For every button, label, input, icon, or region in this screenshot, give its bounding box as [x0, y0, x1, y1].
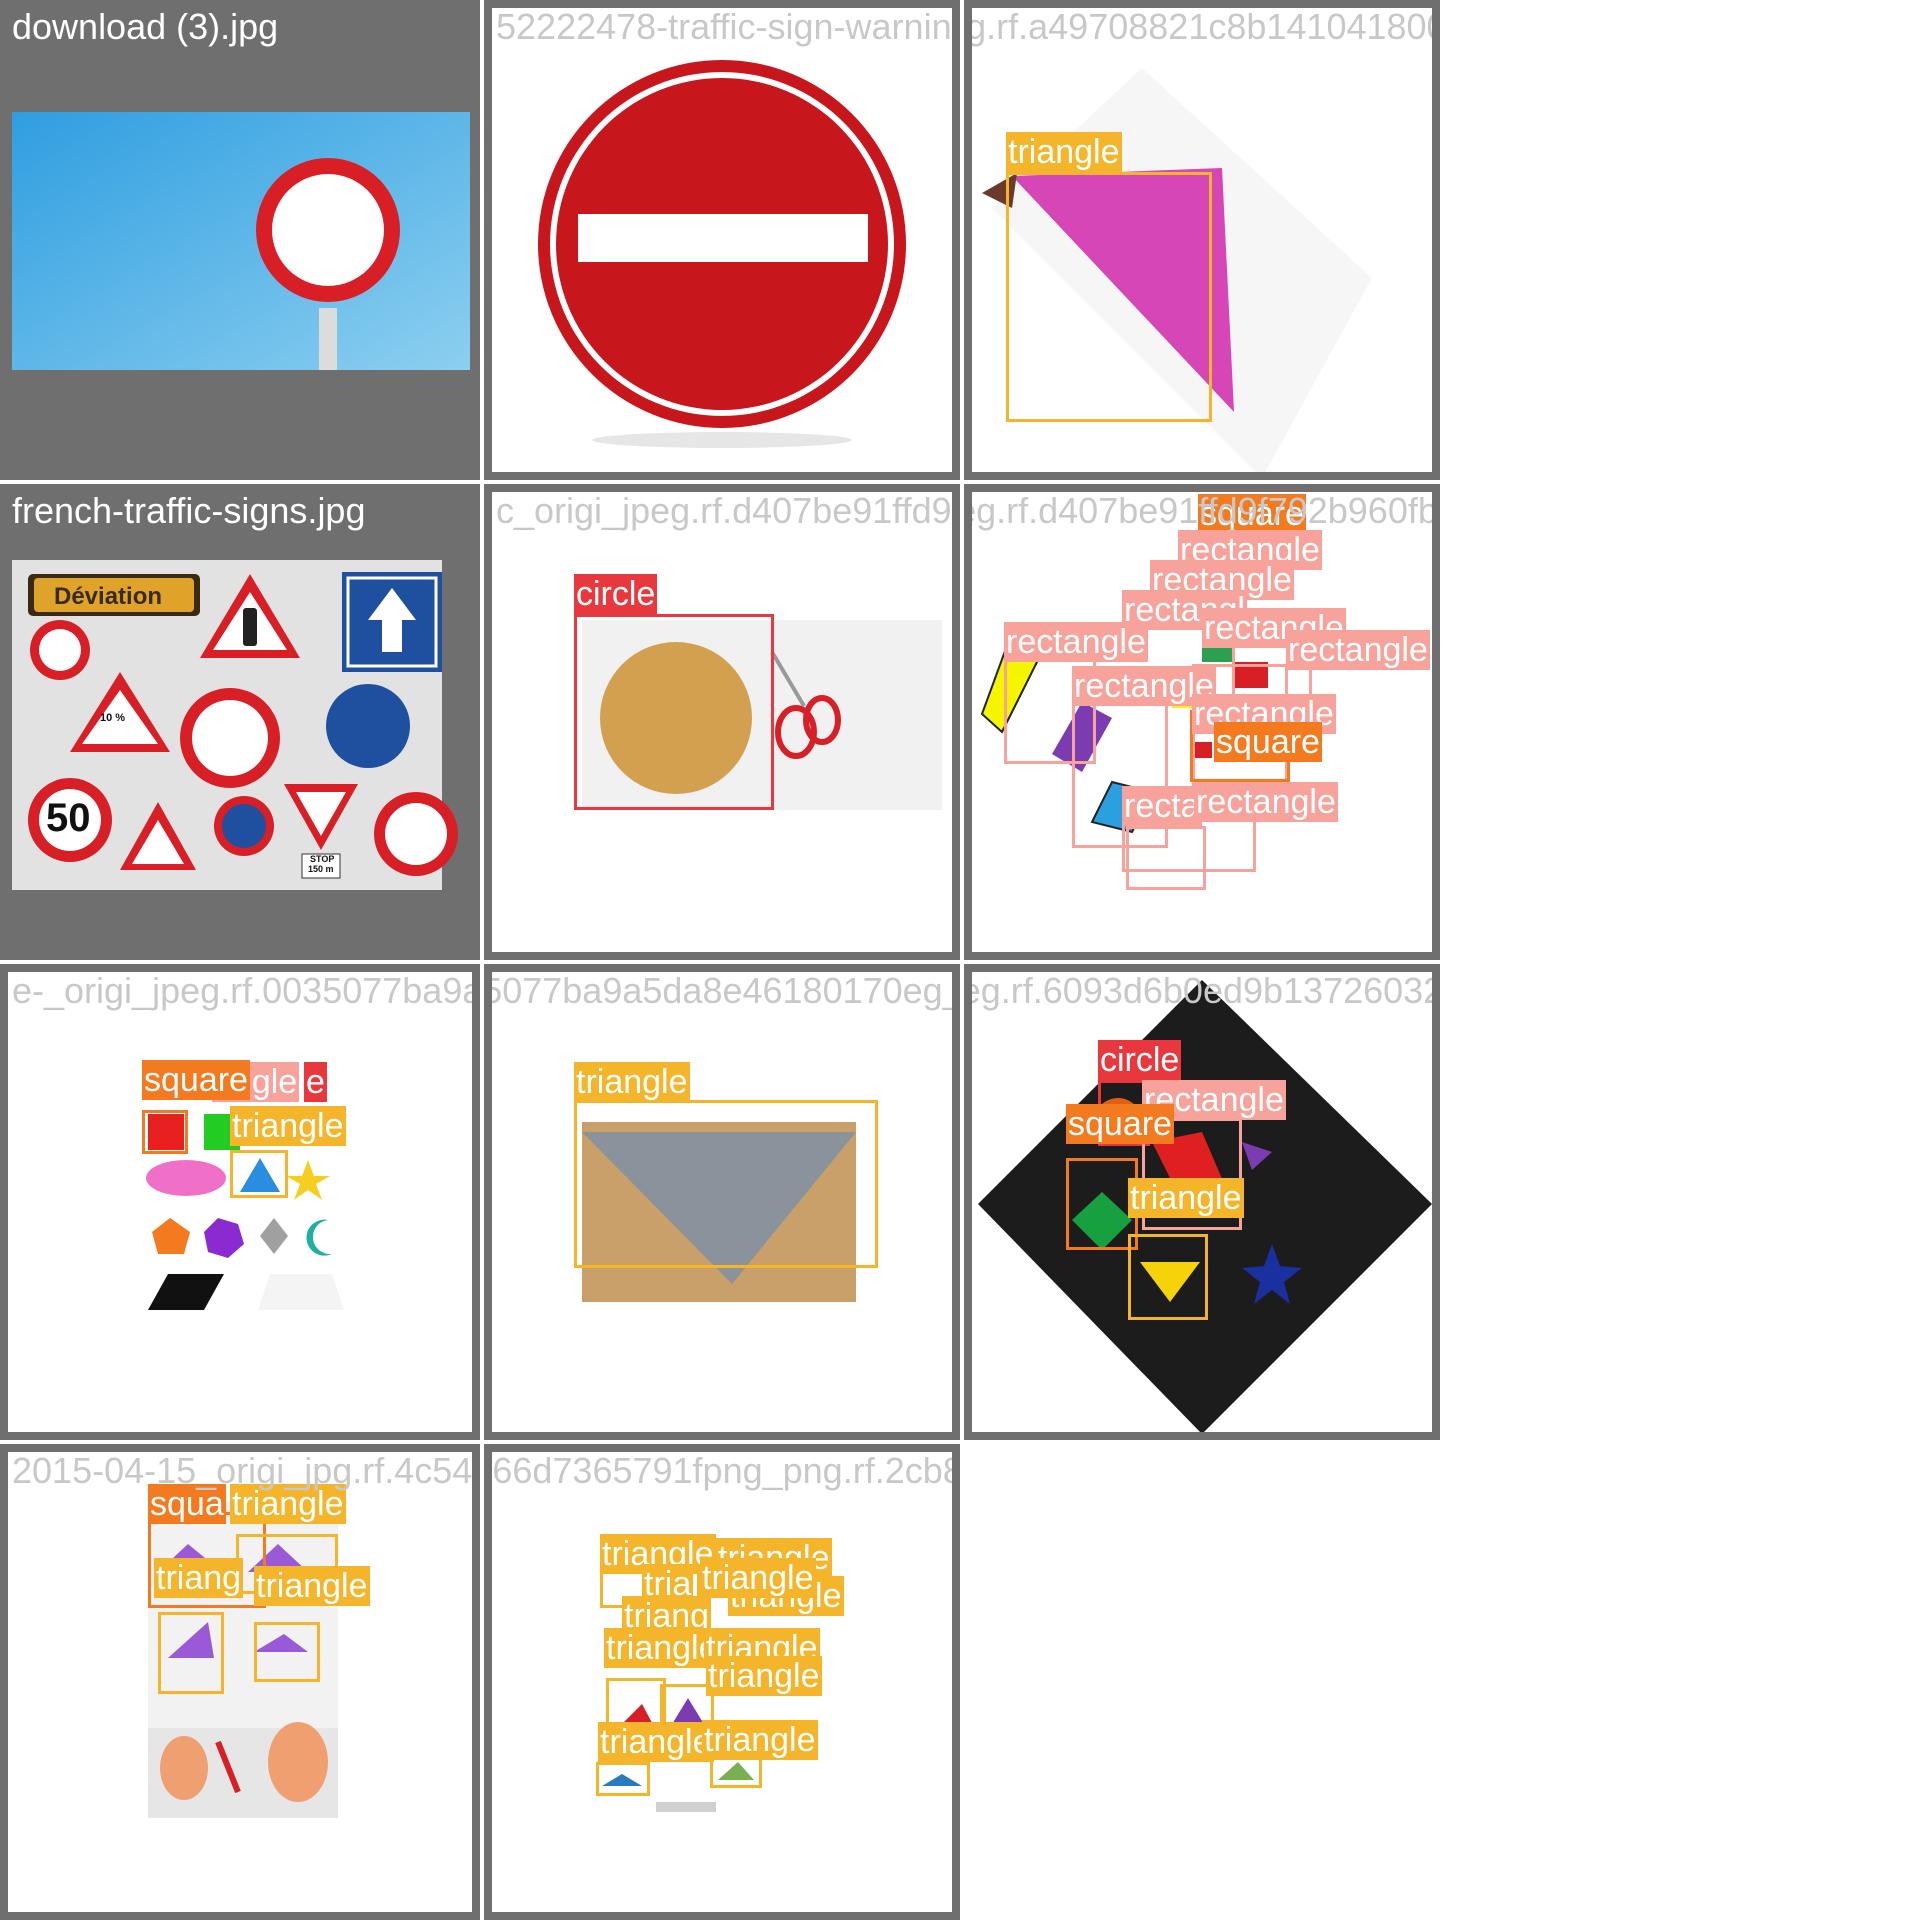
sign-text-stop-distance: 150 m	[308, 864, 334, 874]
bbox-triangle	[1128, 1234, 1208, 1320]
tile-filename: e-_origi_jpeg.rf.0035077ba9a5da8e4618017…	[484, 970, 960, 1011]
bbox-label: triangle	[230, 1106, 346, 1146]
mosaic-tile-11: triangle triangle triangle tria triangle…	[484, 1444, 960, 1920]
bbox-label: triangle	[598, 1722, 714, 1762]
mosaic-tile-6: square rectangle rectangle rectangl rect…	[964, 484, 1440, 960]
bbox-label: triangle	[700, 1558, 816, 1598]
bbox-label: triangle	[706, 1656, 822, 1696]
sign-text-grade: 10 %	[100, 712, 126, 724]
tile-image-shapes	[146, 1114, 344, 1310]
bbox-square	[142, 1110, 188, 1154]
tile-filename: french-traffic-signs.jpg	[12, 490, 366, 531]
bbox-label: square	[1066, 1104, 1174, 1144]
mosaic-tile-7: e angle square triangle e-_origi_jpeg.rf…	[0, 964, 480, 1440]
sign-text-speed: 50	[46, 796, 91, 840]
bbox-label: triangle	[1006, 132, 1122, 172]
bbox-triangle	[596, 1762, 650, 1796]
bbox-label: square	[1214, 722, 1322, 762]
bbox-label: circle	[574, 574, 658, 614]
mosaic-tile-2: 52222478-traffic-sign-warning-no-entry-c…	[484, 0, 960, 480]
bbox-label: e	[304, 1062, 327, 1102]
bbox-label: rectangle	[1286, 630, 1430, 670]
bbox-label: square	[142, 1060, 250, 1100]
tile-filename: index_jpeg.rf.a49708821c8b14104180072be1	[966, 6, 1440, 47]
bbox-label: triangle	[574, 1062, 690, 1102]
bbox-label: triangle	[254, 1566, 370, 1606]
bbox-triangle	[158, 1612, 224, 1694]
tile-filename: c_origi_jpeg.rf.d407be91ffd9f792b960fbe0…	[496, 490, 952, 531]
bbox-label: triangle	[1128, 1178, 1244, 1218]
tile-filename: 2015-04-15_origi_jpg.rf.4c54866d7365791f…	[492, 1450, 952, 1491]
tile-image-sign-sky	[12, 112, 470, 370]
mosaic-tile-8: triangle e-_origi_jpeg.rf.0035077ba9a5da…	[484, 964, 960, 1440]
tile-filename: download (3).jpg	[12, 6, 279, 47]
bbox-label: rectangle	[1004, 622, 1148, 662]
mosaic-tile-5: circle c_origi_jpeg.rf.d407be91ffd9f792b…	[484, 484, 960, 960]
tile-filename: e-_origi_jpeg.rf.0035077ba9a5da8e4618017…	[964, 970, 1432, 1011]
bbox-circle	[574, 614, 774, 810]
mosaic-tile-10: squa triangle triang triangle 2015-04-15…	[0, 1444, 480, 1920]
sign-text-deviation: Déviation	[54, 583, 163, 610]
bbox-label: rectangle	[1194, 782, 1338, 822]
tile-filename: c_origi_jpeg.rf.d407be91ffd9f792b960fbe0…	[972, 490, 1438, 531]
bbox-triangle	[230, 1150, 288, 1198]
bbox-triangle	[1006, 172, 1212, 422]
tile-image-traffic-signs	[12, 560, 458, 890]
sign-text-stop: STOP	[310, 854, 335, 864]
mosaic-tile-9: circle rectangle square triangle e-_orig…	[964, 964, 1440, 1440]
bbox-triangle	[254, 1622, 320, 1682]
mosaic-tile-3: triangle index_jpeg.rf.a49708821c8b14104…	[964, 0, 1440, 480]
tile-filename: 52222478-traffic-sign-warning-no-entry-c…	[496, 6, 952, 47]
tile-filename: 2015-04-15_origi_jpg.rf.4c54866d7365791f…	[12, 1450, 473, 1491]
mosaic-tile-1: download (3).jpg	[0, 0, 480, 480]
bbox-label: triangle	[702, 1720, 818, 1760]
tile-image-no-entry	[538, 60, 906, 448]
bbox-label: recta	[1122, 786, 1202, 826]
tile-filename: e-_origi_jpeg.rf.0035077ba9a5da8e4618017…	[12, 970, 480, 1011]
bbox-label: triangle	[604, 1628, 720, 1668]
bbox-label: circle	[1098, 1040, 1182, 1080]
bbox-triangle	[574, 1100, 878, 1268]
bbox-label: triang	[154, 1558, 244, 1598]
mosaic-tile-4: french-traffic-signs.jpg Déviation 50 10…	[0, 484, 480, 960]
